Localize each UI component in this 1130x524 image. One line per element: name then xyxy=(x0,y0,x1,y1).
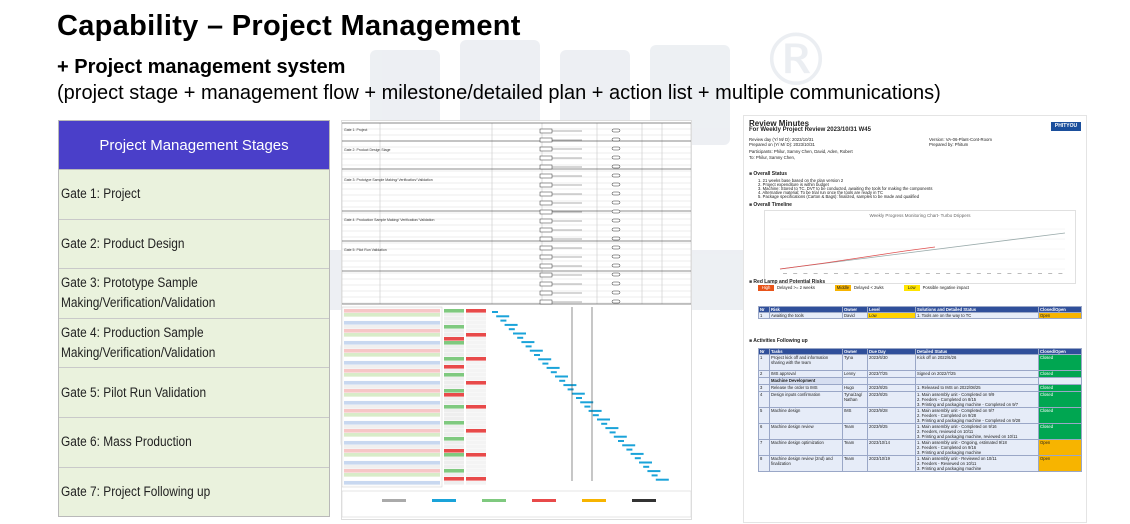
stages-table-header: Project Management Stages xyxy=(59,121,329,170)
legend-low: Low xyxy=(903,285,920,291)
activities-table: Nr Tasks Owner Due Day Detailed Status Clos… xyxy=(758,348,1082,472)
activity-row: 5 Machine design IMS 2023/9/28 1. Main assem… xyxy=(758,407,1082,424)
section-activities: Activities Following up xyxy=(749,338,807,344)
stage-row: Gate 7: Project Following up xyxy=(59,467,329,517)
page-description: (project stage + management flow + miles… xyxy=(57,82,941,104)
page-title: Capability – Project Management xyxy=(57,10,521,42)
activity-row: 4 Design inputs confirmation Tyna/Jag/ Nat… xyxy=(758,391,1082,408)
review-subtitle: For Weekly Project Review 2023/10/31 W45 xyxy=(749,127,871,133)
progress-lines xyxy=(779,228,1066,274)
activity-row: 8 Machine design review (2nd) and finaliz… xyxy=(758,455,1082,472)
flow-gate-label: Gate 2: Product Design Stage xyxy=(344,148,391,152)
weekly-progress-chart: Weekly Progress Monitoring Chart- Turbo … xyxy=(764,210,1076,284)
review-participants: Participants: Philur, Samny Chen, David,… xyxy=(749,149,853,154)
section-overall-timeline: Overall Timeline xyxy=(749,202,792,208)
review-to: To: Philur, Samny Chen, xyxy=(749,155,796,160)
risk-row: 1 Awaiting the tools David Low 1. Tools … xyxy=(758,312,1082,319)
legend-middle-text: Delayed < 2wks xyxy=(853,285,884,290)
risk-table: Nr Risk Owner Level Solutions and Detailed… xyxy=(758,306,1082,319)
activity-row: 7 Machine design optimization Team 2023/10/… xyxy=(758,439,1082,456)
stage-row: Gate 6: Mass Production xyxy=(59,417,329,468)
activity-row: 6 Machine design review Team 2023/9/25 1. Ma… xyxy=(758,423,1082,440)
risk-legend: High Delayed >= 2 weeks Middle Delayed <… xyxy=(758,285,969,291)
section-overall-status: Overall Status xyxy=(749,171,787,177)
stage-row: Gate 2: Product Design xyxy=(59,219,329,270)
management-flow-document: Gate 1: Project Gate 2: Product Design St… xyxy=(341,120,692,520)
stage-row: Gate 5: Pilot Run Validation xyxy=(59,368,329,418)
review-minutes-document: Review Minutes For Weekly Project Review… xyxy=(743,115,1087,523)
flow-gate-label: Gate 3: Prototype Sample Making/ Verific… xyxy=(344,178,433,182)
activity-row: 2 IMS approval Lenny 2023/7/25 Signed on 202… xyxy=(758,370,1082,378)
flow-gate-label: Gate 5: Pilot Run Validation xyxy=(344,248,387,252)
stage-row: Gate 4: Production Sample Making/Verific… xyxy=(59,318,329,369)
status-line: 5. Package specifications (Carton & Bags… xyxy=(758,194,920,199)
activity-row: Machine Development xyxy=(758,377,1082,385)
company-logo: PHITYOU xyxy=(1051,122,1081,131)
flow-and-gantt-image: Gate 1: Project Gate 2: Product Design St… xyxy=(342,121,691,519)
legend-low-text: Possible negative impact xyxy=(922,285,969,290)
stage-row: Gate 3: Prototype Sample Making/Verifica… xyxy=(59,269,329,319)
legend-middle: Middle xyxy=(834,285,851,291)
legend-high-text: Delayed >= 2 weeks xyxy=(777,285,815,290)
review-meta-right-1: Prepared by: Phitum xyxy=(929,142,969,147)
flow-gate-label: Gate 4: Production Sample Making/ Verifi… xyxy=(344,218,434,222)
legend-high: High xyxy=(758,285,774,291)
activity-row: 1 Project kick off and information sharin… xyxy=(758,354,1082,371)
review-meta-left-1: Prepared on (Y/ M/ D): 2023/10/31 xyxy=(749,142,815,147)
page-subtitle: + Project management system xyxy=(57,56,346,78)
project-stages-table: Project Management Stages Gate 1: Projec… xyxy=(58,120,330,518)
stage-row: Gate 1: Project xyxy=(59,170,329,220)
activity-row: 3 Release the order to IMS Hugo 2023/8/25 1.… xyxy=(758,384,1082,392)
actual-line xyxy=(779,246,936,270)
flow-gate-label: Gate 1: Project xyxy=(344,128,367,132)
